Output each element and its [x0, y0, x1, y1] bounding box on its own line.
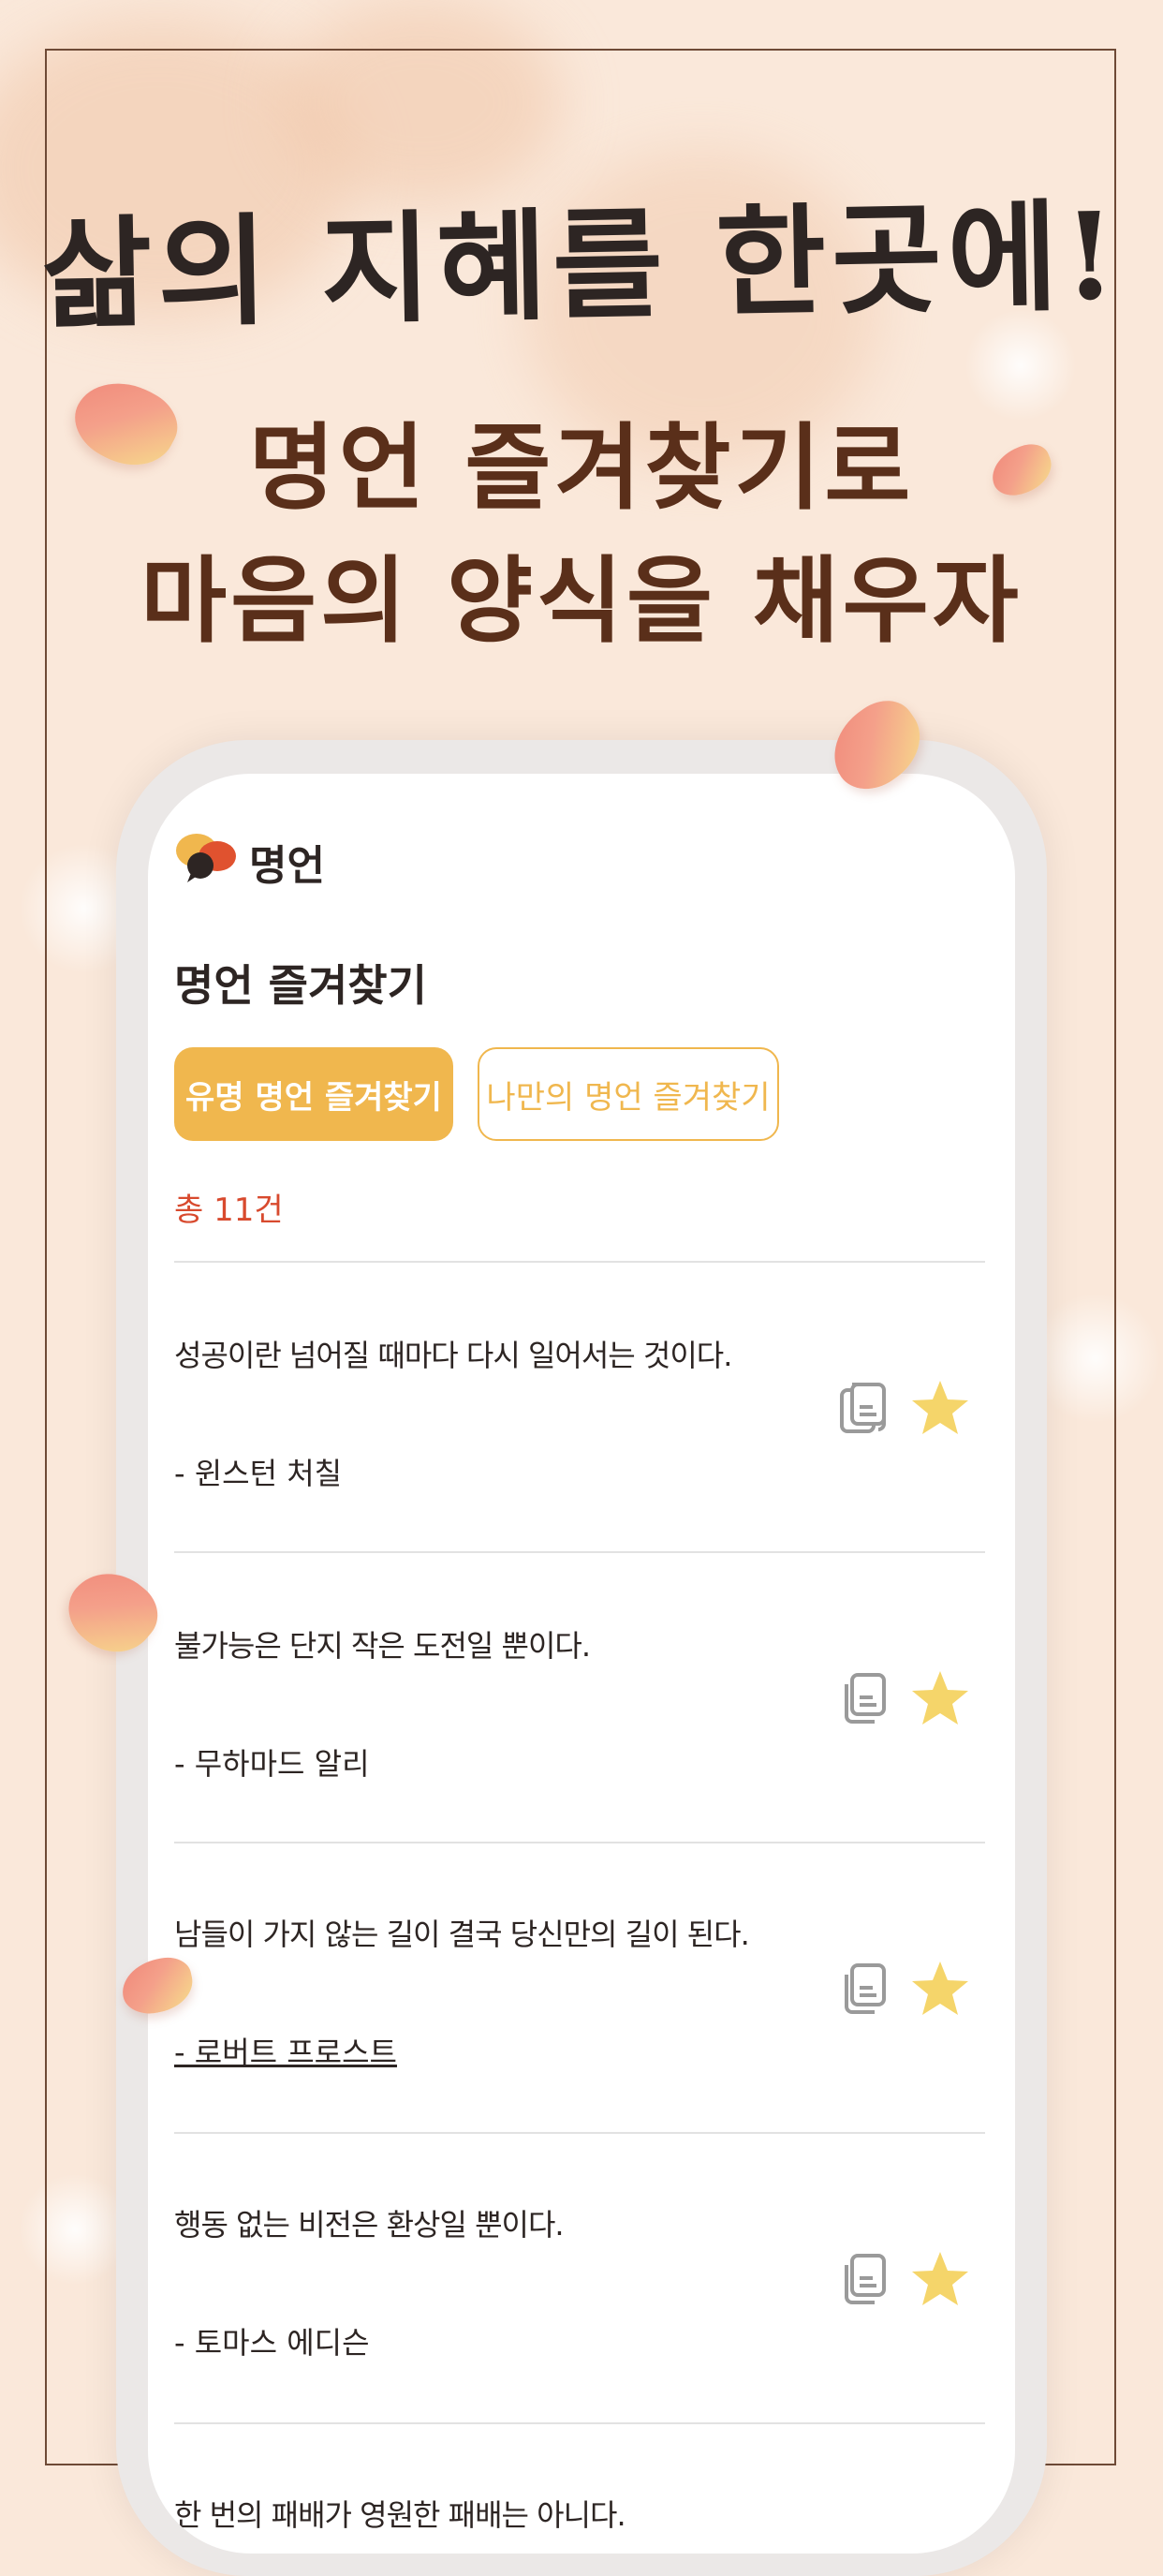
quote-author: - 로버트 프로스트: [174, 2035, 397, 2070]
divider: [174, 2422, 985, 2424]
quote-author: - 무하마드 알리: [174, 1746, 370, 1782]
divider: [174, 2132, 985, 2134]
tab-famous-quotes[interactable]: 유명 명언 즐겨찾기: [174, 1047, 453, 1141]
copy-icon[interactable]: [839, 2252, 888, 2306]
star-icon[interactable]: [910, 1960, 970, 2018]
app-name: 명언: [249, 842, 325, 890]
quote-author: - 윈스턴 처칠: [174, 1456, 343, 1491]
divider: [174, 1842, 985, 1843]
star-icon[interactable]: [910, 2250, 970, 2308]
copy-icon[interactable]: [839, 1671, 888, 1725]
quote-text: 한 번의 패배가 영원한 패배는 아니다.: [174, 2497, 626, 2533]
copy-icon[interactable]: [839, 1962, 888, 2016]
star-icon[interactable]: [910, 1669, 970, 1727]
quote-author: - 토마스 에디슨: [174, 2325, 370, 2361]
subheadline-line1: 명언 즐겨찾기로: [248, 413, 915, 523]
quote-text: 성공이란 넘어질 때마다 다시 일어서는 것이다.: [174, 1338, 732, 1373]
phone-screen: 명언 명언 즐겨찾기 유명 명언 즐겨찾기 나만의 명언 즐겨찾기 총 11건 …: [148, 774, 1015, 2554]
quote-text: 불가능은 단지 작은 도전일 뿐이다.: [174, 1628, 591, 1664]
divider: [174, 1261, 985, 1263]
quote-text: 행동 없는 비전은 환상일 뿐이다.: [174, 2207, 565, 2243]
headline: 삶의 지혜를 한곳에!: [40, 185, 1124, 347]
subheadline-line2: 마음의 양식을 채우자: [140, 546, 1023, 656]
divider: [174, 1551, 985, 1553]
page-title: 명언 즐겨찾기: [174, 960, 427, 1011]
copy-icon[interactable]: [839, 1381, 888, 1435]
quote-text: 남들이 가지 않는 길이 결국 당신만의 길이 된다.: [174, 1917, 750, 1952]
star-icon[interactable]: [910, 1379, 970, 1437]
tab-my-quotes[interactable]: 나만의 명언 즐겨찾기: [478, 1047, 779, 1141]
total-count: 총 11건: [174, 1192, 284, 1229]
app-logo-icon: [176, 834, 236, 882]
